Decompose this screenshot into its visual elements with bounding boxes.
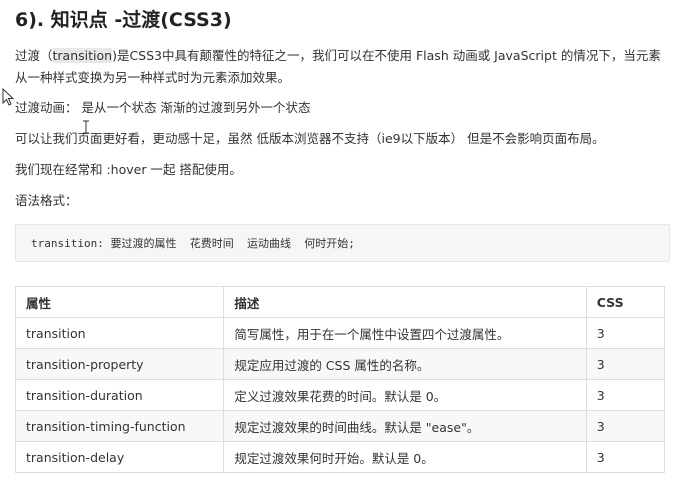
cell-property: transition-timing-function xyxy=(14,410,225,442)
cell-property: transition-property xyxy=(14,348,225,380)
text-cursor-icon xyxy=(83,120,89,134)
code-syntax: transition: 要过渡的属性 花费时间 运动曲线 何时开始; xyxy=(31,237,355,250)
cell-css-version: 3 xyxy=(585,317,666,349)
table-header-row: 属性 描述 CSS xyxy=(14,286,666,318)
cell-description: 规定应用过渡的 CSS 属性的名称。 xyxy=(223,348,587,380)
section-title: 6). 知识点 -过渡(CSS3) xyxy=(15,9,232,31)
cell-css-version: 3 xyxy=(585,348,666,380)
syntax-label: 语法格式： xyxy=(15,193,78,208)
mouse-pointer-icon xyxy=(2,88,14,106)
table-row: transition-duration 定义过渡效果花费的时间。默认是 0。 3 xyxy=(14,379,666,411)
highlighted-term: transition xyxy=(52,48,113,63)
cell-description: 定义过渡效果花费的时间。默认是 0。 xyxy=(223,379,587,411)
cell-css-version: 3 xyxy=(585,410,666,442)
table-row: transition-property 规定应用过渡的 CSS 属性的名称。 3 xyxy=(14,348,666,380)
cell-description: 规定过渡效果的时间曲线。默认是 "ease"。 xyxy=(223,410,587,442)
transition-properties-table: 属性 描述 CSS transition 简写属性，用于在一个属性中设置四个过渡… xyxy=(14,286,666,473)
header-property: 属性 xyxy=(14,286,225,318)
header-css: CSS xyxy=(585,286,666,318)
table-row: transition 简写属性，用于在一个属性中设置四个过渡属性。 3 xyxy=(14,317,666,349)
cell-property: transition-delay xyxy=(14,441,225,473)
intro-paragraph: 过渡（transition)是CSS3中具有颠覆性的特征之一，我们可以在不使用 … xyxy=(15,45,665,89)
cell-property: transition xyxy=(14,317,225,349)
header-description: 描述 xyxy=(223,286,587,318)
code-block[interactable]: transition: 要过渡的属性 花费时间 运动曲线 何时开始; xyxy=(15,224,670,262)
table-row: transition-timing-function 规定过渡效果的时间曲线。默… xyxy=(14,410,666,442)
intro-text-after: )是CSS3中具有颠覆性的特征之一，我们可以在不使用 Flash 动画或 Jav… xyxy=(15,48,661,85)
cell-description: 简写属性，用于在一个属性中设置四个过渡属性。 xyxy=(223,317,587,349)
cell-property: transition-duration xyxy=(14,379,225,411)
document-page: 6). 知识点 -过渡(CSS3) 过渡（transition)是CSS3中具有… xyxy=(0,0,676,483)
hover-usage-note: 我们现在经常和 :hover 一起 搭配使用。 xyxy=(15,162,242,177)
animation-definition: 过渡动画： 是从一个状态 渐渐的过渡到另外一个状态 xyxy=(15,100,311,115)
cell-css-version: 3 xyxy=(585,379,666,411)
table-row: transition-delay 规定过渡效果何时开始。默认是 0。 3 xyxy=(14,441,666,473)
cell-css-version: 3 xyxy=(585,441,666,473)
browser-support-note: 可以让我们页面更好看，更动感十足，虽然 低版本浏览器不支持（ie9以下版本） 但… xyxy=(15,131,605,146)
cell-description: 规定过渡效果何时开始。默认是 0。 xyxy=(223,441,587,473)
intro-text-before: 过渡（ xyxy=(15,48,53,63)
